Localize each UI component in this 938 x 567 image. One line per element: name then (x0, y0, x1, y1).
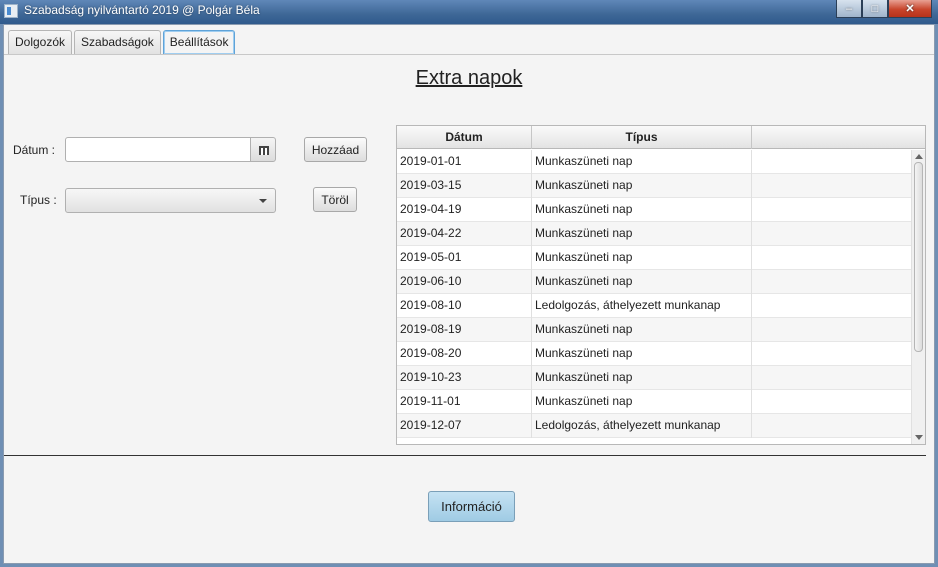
cell-type: Munkaszüneti nap (532, 174, 752, 198)
chevron-down-icon (259, 199, 267, 203)
tab-beallitasok[interactable]: Beállítások (162, 30, 236, 54)
column-header-date[interactable]: Dátum (397, 126, 532, 149)
cell-type: Munkaszüneti nap (532, 366, 752, 390)
cell-date: 2019-08-20 (397, 342, 532, 366)
column-header-type[interactable]: Típus (532, 126, 752, 149)
cell-date: 2019-05-01 (397, 246, 532, 270)
window-controls: – □ ✕ (836, 0, 932, 18)
cell-type: Munkaszüneti nap (532, 198, 752, 222)
cell-empty (752, 342, 911, 366)
cell-empty (752, 318, 911, 342)
maximize-icon[interactable]: □ (862, 0, 888, 18)
table-row[interactable]: 2019-12-07 Ledolgozás, áthelyezett munkan… (397, 414, 911, 438)
scroll-down-icon[interactable] (915, 435, 923, 440)
title-bar[interactable]: Szabadság nyilvántartó 2019 @ Polgár Bél… (0, 0, 938, 24)
calendar-icon (259, 146, 269, 155)
cell-date: 2019-11-01 (397, 390, 532, 414)
date-label: Dátum : (13, 143, 56, 157)
table-row[interactable]: 2019-10-23 Munkaszüneti nap (397, 366, 911, 390)
window-title: Szabadság nyilvántartó 2019 @ Polgár Bél… (24, 3, 260, 17)
cell-empty (752, 222, 911, 246)
delete-button[interactable]: Töröl (313, 187, 357, 212)
vertical-scrollbar[interactable] (911, 150, 925, 444)
table-row[interactable]: 2019-04-19 Munkaszüneti nap (397, 198, 911, 222)
cell-empty (752, 150, 911, 174)
cell-date: 2019-06-10 (397, 270, 532, 294)
add-button[interactable]: Hozzáad (304, 137, 367, 162)
table-row[interactable]: 2019-03-15 Munkaszüneti nap (397, 174, 911, 198)
cell-empty (752, 390, 911, 414)
cell-date: 2019-12-07 (397, 414, 532, 438)
cell-empty (752, 414, 911, 438)
tab-bar: Dolgozók Szabadságok Beállítások (8, 30, 237, 54)
cell-empty (752, 174, 911, 198)
date-input[interactable] (65, 137, 251, 162)
table-row[interactable]: 2019-11-01 Munkaszüneti nap (397, 390, 911, 414)
close-icon[interactable]: ✕ (888, 0, 932, 18)
table-row[interactable]: 2019-08-19 Munkaszüneti nap (397, 318, 911, 342)
cell-empty (752, 270, 911, 294)
extra-days-table: Dátum Típus 2019-01-01 Munkaszüneti nap 2… (396, 125, 926, 445)
cell-date: 2019-04-19 (397, 198, 532, 222)
page-title: Extra napok (415, 67, 523, 89)
cell-type: Munkaszüneti nap (532, 318, 752, 342)
type-select[interactable] (65, 188, 276, 213)
tab-dolgozok[interactable]: Dolgozók (8, 30, 73, 54)
table-body: 2019-01-01 Munkaszüneti nap 2019-03-15 Mun… (397, 150, 911, 438)
main-content: Dolgozók Szabadságok Beállítások Extra n… (3, 24, 935, 564)
minimize-icon[interactable]: – (836, 0, 862, 18)
app-window: Szabadság nyilvántartó 2019 @ Polgár Bél… (0, 0, 938, 567)
cell-date: 2019-01-01 (397, 150, 532, 174)
table-row[interactable]: 2019-01-01 Munkaszüneti nap (397, 150, 911, 174)
table-row[interactable]: 2019-08-20 Munkaszüneti nap (397, 342, 911, 366)
cell-type: Ledolgozás, áthelyezett munkanap (532, 414, 752, 438)
scrollbar-thumb[interactable] (914, 162, 923, 352)
table-row[interactable]: 2019-06-10 Munkaszüneti nap (397, 270, 911, 294)
cell-empty (752, 294, 911, 318)
cell-empty (752, 366, 911, 390)
cell-date: 2019-08-10 (397, 294, 532, 318)
cell-empty (752, 198, 911, 222)
column-header-empty (752, 126, 925, 149)
table-row[interactable]: 2019-08-10 Ledolgozás, áthelyezett munkan… (397, 294, 911, 318)
cell-date: 2019-08-19 (397, 318, 532, 342)
cell-type: Munkaszüneti nap (532, 342, 752, 366)
type-label: Típus : (20, 193, 57, 207)
cell-type: Munkaszüneti nap (532, 150, 752, 174)
cell-type: Munkaszüneti nap (532, 270, 752, 294)
calendar-picker-button[interactable] (250, 137, 276, 162)
cell-type: Munkaszüneti nap (532, 390, 752, 414)
tab-divider (4, 54, 934, 55)
tab-szabadsagok[interactable]: Szabadságok (74, 30, 161, 54)
scroll-up-icon[interactable] (915, 154, 923, 159)
app-icon (4, 4, 18, 18)
table-row[interactable]: 2019-05-01 Munkaszüneti nap (397, 246, 911, 270)
cell-date: 2019-03-15 (397, 174, 532, 198)
horizontal-separator (4, 455, 926, 456)
info-button[interactable]: Információ (428, 491, 515, 522)
cell-type: Munkaszüneti nap (532, 246, 752, 270)
table-header: Dátum Típus (397, 126, 925, 149)
cell-date: 2019-04-22 (397, 222, 532, 246)
cell-empty (752, 246, 911, 270)
cell-date: 2019-10-23 (397, 366, 532, 390)
cell-type: Munkaszüneti nap (532, 222, 752, 246)
table-row[interactable]: 2019-04-22 Munkaszüneti nap (397, 222, 911, 246)
cell-type: Ledolgozás, áthelyezett munkanap (532, 294, 752, 318)
